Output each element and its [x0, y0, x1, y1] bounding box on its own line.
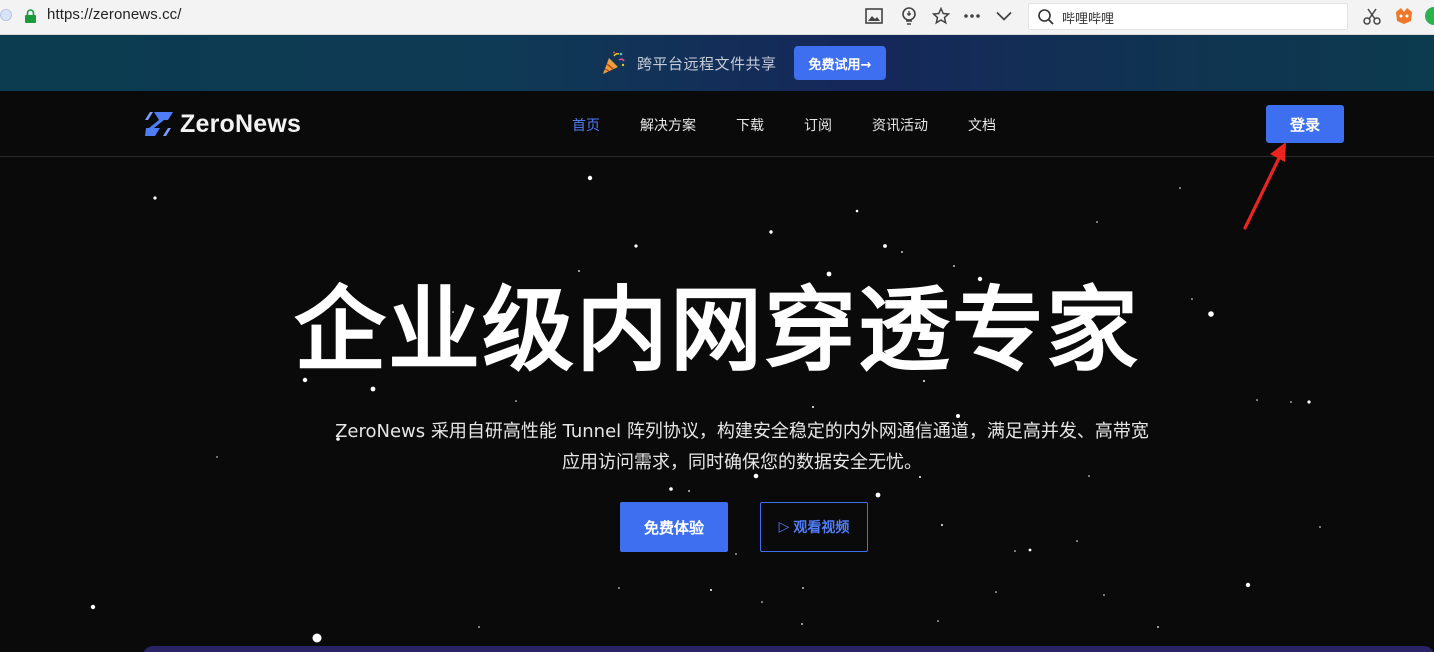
browser-toolbar: https://zeronews.cc/ 哔哩哔哩 — [0, 0, 1434, 35]
play-icon: ▷ — [778, 519, 790, 535]
address-bar[interactable]: https://zeronews.cc/ — [47, 6, 182, 23]
annotation-arrow-icon — [1243, 142, 1286, 230]
promo-text: 跨平台远程文件共享 — [637, 55, 777, 73]
chevron-down-icon[interactable] — [993, 5, 1015, 27]
bulb-icon[interactable] — [898, 5, 920, 27]
promo-banner: 跨平台远程文件共享 免费试用→ — [0, 35, 1434, 91]
hero-title: 企业级内网穿透专家 — [293, 277, 1140, 384]
hero-section: 企业级内网穿透专家 ZeroNews 采用自研高性能 Tunnel 阵列协议，构… — [0, 157, 1434, 652]
nav-item-news-events[interactable]: 资讯活动 — [872, 115, 928, 135]
nav-item-subscription[interactable]: 订阅 — [804, 115, 832, 135]
next-section-edge — [143, 646, 1434, 652]
nav-item-download[interactable]: 下载 — [736, 115, 764, 135]
hero-subtitle: ZeroNews 采用自研高性能 Tunnel 阵列协议，构建安全稳定的内外网通… — [317, 416, 1167, 478]
search-text: 哔哩哔哩 — [1062, 12, 1115, 27]
free-trial-button[interactable]: 免费试用→ — [794, 46, 886, 80]
logo-text: ZeroNews — [180, 109, 302, 138]
nav-item-docs[interactable]: 文档 — [968, 115, 996, 135]
profile-icon[interactable] — [1424, 6, 1434, 26]
star-icon[interactable] — [930, 5, 952, 27]
search-input[interactable]: 哔哩哔哩 — [1028, 3, 1348, 30]
login-button[interactable]: 登录 — [1266, 105, 1344, 143]
watch-video-label: 观看视频 — [793, 520, 850, 536]
party-popper-icon — [603, 51, 625, 74]
starfield-background — [90, 175, 1321, 643]
extension-icon[interactable] — [1394, 6, 1414, 26]
nav-item-solutions[interactable]: 解决方案 — [640, 115, 696, 135]
zeronews-logo-icon — [145, 112, 173, 136]
free-experience-button[interactable]: 免费体验 — [620, 502, 728, 552]
more-icon[interactable] — [961, 5, 983, 27]
image-icon[interactable] — [863, 5, 885, 27]
tab-indicator-icon — [0, 9, 12, 21]
site-header: ZeroNews 首页 解决方案 下载 订阅 资讯活动 文档 登录 — [0, 91, 1434, 157]
scissors-icon[interactable] — [1362, 6, 1382, 26]
hero-subtitle-line2: 应用访问需求，同时确保您的数据安全无忧。 — [562, 452, 922, 473]
watch-video-button[interactable]: ▷ 观看视频 — [760, 502, 868, 552]
hero-subtitle-line1: ZeroNews 采用自研高性能 Tunnel 阵列协议，构建安全稳定的内外网通… — [335, 421, 1149, 442]
site-logo[interactable]: ZeroNews — [144, 109, 302, 138]
nav-item-home[interactable]: 首页 — [572, 115, 600, 135]
lock-icon — [25, 9, 36, 23]
search-icon — [1038, 9, 1054, 25]
